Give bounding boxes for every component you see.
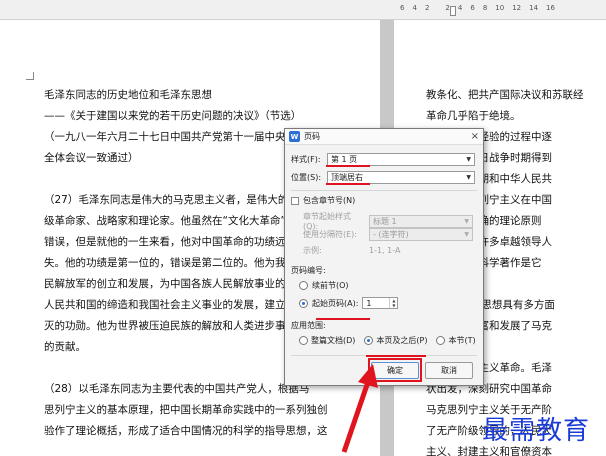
position-value: 顶端居右 <box>331 173 363 182</box>
apply-scope-row: 整篇文档(D) 本页及之后(P) 本节(T) <box>299 335 476 346</box>
page-number-dialog: W 页码 × 样式(F): 第 1 页 ▼ 位置(S): 顶端居右 ▼ 包含章节… <box>284 128 484 386</box>
text-line: 验作了理论概括，形成了适合中国情况的科学的指导思想，这 <box>44 425 328 437</box>
style-label: 样式(F): <box>291 155 321 164</box>
text-line: 革命几乎陷于绝境。 <box>426 110 521 122</box>
arrow-pointer-icon <box>341 364 378 453</box>
scope-this-section-radio[interactable] <box>436 336 446 345</box>
include-chapter-checkbox[interactable] <box>291 196 299 205</box>
example-label: 示例: <box>303 246 322 255</box>
ruler-tick-label: 8 <box>482 4 488 12</box>
ruler-tick-label: 14 <box>529 4 539 12</box>
scope-this-and-after-radio[interactable] <box>364 336 374 345</box>
ruler-tick-label: 16 <box>546 4 555 12</box>
highlight-underline-scope <box>366 355 426 357</box>
chapter-style-select[interactable]: 标题 1 ▼ <box>369 214 473 228</box>
horizontal-ruler[interactable]: 6 4 2 2 4 6 8 10 12 14 16 <box>0 0 606 20</box>
style-row: 样式(F): 第 1 页 ▼ <box>291 153 475 166</box>
highlight-underline-start-at <box>316 318 370 320</box>
text-line: ——《关于建国以来党的若干历史问题的决议》（节选） <box>44 110 302 122</box>
start-at-value: 1 <box>366 298 372 308</box>
continue-radio[interactable] <box>299 281 308 290</box>
include-chapter-row[interactable]: 包含章节号(N) <box>291 195 355 206</box>
separator-select[interactable]: - (连字符) ▼ <box>369 228 473 241</box>
scope-this-section-label: 本节(T) <box>448 336 476 345</box>
cancel-button[interactable]: 取消 <box>425 362 473 379</box>
close-icon[interactable]: × <box>471 131 479 142</box>
scope-this-and-after-label: 本页及之后(P) <box>376 336 428 345</box>
position-label: 位置(S): <box>291 173 322 182</box>
numbering-section-label: 页码编号: <box>291 266 326 275</box>
dialog-title: 页码 <box>304 132 320 141</box>
chevron-down-icon: ▼ <box>464 231 469 238</box>
separator-value: - (连字符) <box>373 230 409 239</box>
chevron-down-icon: ▼ <box>466 156 471 163</box>
separator-row: 使用分隔符(E): - (连字符) ▼ <box>303 228 473 241</box>
continue-row[interactable]: 续前节(O) <box>299 280 349 291</box>
style-value: 第 1 页 <box>331 155 358 164</box>
position-row: 位置(S): 顶端居右 ▼ <box>291 171 475 184</box>
highlight-underline-style <box>326 165 370 167</box>
start-at-stepper[interactable]: 1 ▲ ▼ <box>362 297 399 309</box>
chapter-style-value: 标题 1 <box>373 216 397 226</box>
scope-whole-label: 整篇文档(D) <box>311 336 356 345</box>
start-at-radio[interactable] <box>299 298 308 308</box>
example-row: 示例: 1-1, 1-A <box>303 245 400 256</box>
chevron-down-icon: ▼ <box>464 217 469 225</box>
text-line: 教条化、把共产国际决议和苏联经 <box>426 89 584 101</box>
example-value: 1-1, 1-A <box>369 246 401 255</box>
ruler-tick-label: 4 <box>412 4 417 12</box>
ruler-tick-label: 6 <box>470 4 475 12</box>
divider <box>291 190 477 191</box>
wps-writer-icon: W <box>289 131 300 142</box>
chevron-down-icon: ▼ <box>466 174 471 181</box>
apply-section-label: 应用范围: <box>291 321 326 330</box>
include-chapter-label: 包含章节号(N) <box>303 196 356 205</box>
ruler-tick-label: 10 <box>495 4 505 12</box>
start-at-label: 起始页码(A): <box>312 298 359 308</box>
continue-label: 续前节(O) <box>312 281 349 290</box>
ruler-tick-label: 12 <box>512 4 522 12</box>
dialog-titlebar: W 页码 <box>285 129 483 145</box>
scope-whole-radio[interactable] <box>299 336 308 345</box>
ruler-ticks: 6 4 2 2 4 6 8 10 12 14 16 <box>400 4 555 12</box>
text-line: 思列宁主义的基本原理，把中国长期革命实践中的一系列独创 <box>44 404 328 416</box>
watermark-logo: 最需教育 <box>482 416 591 446</box>
start-at-row[interactable]: 起始页码(A): 1 ▲ ▼ <box>299 297 399 309</box>
crop-mark <box>26 72 34 80</box>
separator-label: 使用分隔符(E): <box>303 230 357 239</box>
ruler-tick-label: 4 <box>457 4 463 12</box>
stepper-arrows-icon[interactable]: ▲ ▼ <box>389 298 397 308</box>
highlight-underline-position <box>326 183 370 185</box>
text-line: 毛泽东同志的历史地位和毛泽东思想 <box>44 89 212 101</box>
ruler-tick-label: 2 <box>424 4 430 12</box>
ruler-tick-label: 6 <box>400 4 405 12</box>
ruler-indent-marker[interactable] <box>450 6 456 16</box>
